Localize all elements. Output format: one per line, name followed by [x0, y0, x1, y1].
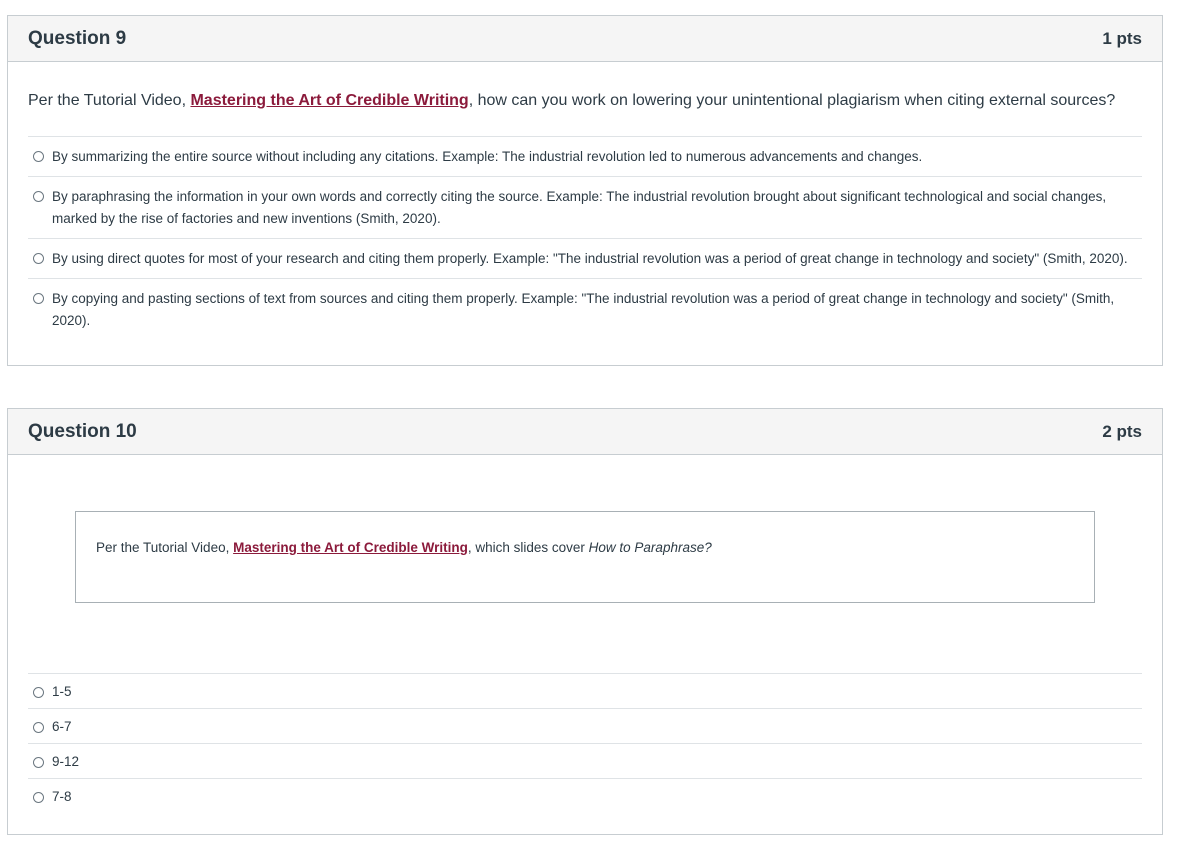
radio-button[interactable] — [33, 722, 44, 733]
radio-button[interactable] — [33, 792, 44, 803]
answer-option-3[interactable]: By using direct quotes for most of your … — [28, 238, 1142, 278]
answer-option-4[interactable]: By copying and pasting sections of text … — [28, 278, 1142, 340]
question-10-card: Question 10 2 pts Per the Tutorial Video… — [7, 408, 1163, 835]
radio-button[interactable] — [33, 687, 44, 698]
answer-option-2[interactable]: By paraphrasing the information in your … — [28, 176, 1142, 238]
answer-label: 6-7 — [52, 719, 72, 734]
answer-label: 1-5 — [52, 684, 72, 699]
tutorial-video-link[interactable]: Mastering the Art of Credible Writing — [190, 92, 468, 109]
answer-label: By paraphrasing the information in your … — [52, 189, 1107, 226]
answer-option-1[interactable]: 1-5 — [28, 673, 1142, 708]
answer-list: 1-5 6-7 9-12 7-8 — [28, 673, 1142, 813]
answer-list: By summarizing the entire source without… — [28, 136, 1142, 340]
answer-option-1[interactable]: By summarizing the entire source without… — [28, 136, 1142, 176]
answer-option-3[interactable]: 9-12 — [28, 743, 1142, 778]
tutorial-video-link[interactable]: Mastering the Art of Credible Writing — [233, 540, 468, 555]
answer-label: 9-12 — [52, 754, 80, 769]
question-9-card: Question 9 1 pts Per the Tutorial Video,… — [7, 15, 1163, 366]
prompt-text: , how can you work on lowering your unin… — [468, 92, 1116, 109]
radio-button[interactable] — [33, 757, 44, 768]
answer-option-4[interactable]: 7-8 — [28, 778, 1142, 813]
question-prompt-box: Per the Tutorial Video, Mastering the Ar… — [75, 511, 1095, 603]
radio-button[interactable] — [33, 293, 44, 304]
answer-label: By copying and pasting sections of text … — [52, 291, 1115, 328]
prompt-text: , which slides cover — [467, 540, 589, 555]
question-title: Question 10 — [28, 420, 137, 442]
question-header: Question 10 2 pts — [8, 409, 1162, 455]
prompt-emphasis: How to Paraphrase? — [588, 540, 712, 555]
prompt-text: Per the Tutorial Video, — [96, 540, 234, 555]
prompt-text: Per the Tutorial Video, — [28, 92, 191, 109]
question-prompt: Per the Tutorial Video, Mastering the Ar… — [8, 92, 1162, 110]
question-title: Question 9 — [28, 27, 127, 49]
question-header: Question 9 1 pts — [8, 16, 1162, 62]
answer-option-2[interactable]: 6-7 — [28, 708, 1142, 743]
answer-label: 7-8 — [52, 789, 72, 804]
radio-button[interactable] — [33, 151, 44, 162]
radio-button[interactable] — [33, 191, 44, 202]
question-points: 2 pts — [1102, 421, 1142, 441]
answer-label: By using direct quotes for most of your … — [52, 251, 1128, 266]
question-points: 1 pts — [1102, 28, 1142, 48]
answer-label: By summarizing the entire source without… — [52, 149, 923, 164]
radio-button[interactable] — [33, 253, 44, 264]
